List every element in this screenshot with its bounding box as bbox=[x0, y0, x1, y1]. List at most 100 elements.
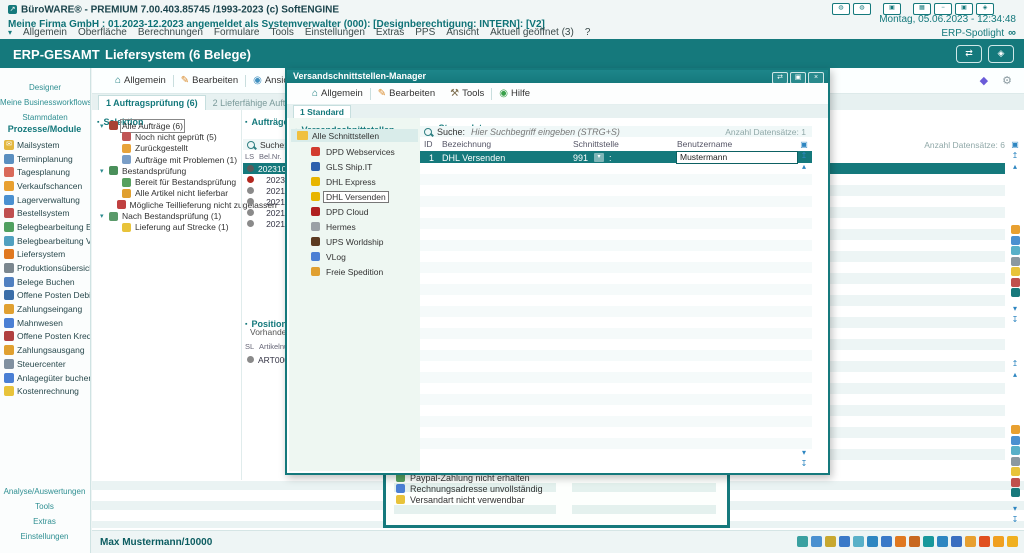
column-belnr[interactable]: Bel.Nr. bbox=[259, 152, 282, 161]
panel-tool-icon[interactable] bbox=[1011, 488, 1020, 497]
tray-icon[interactable] bbox=[811, 536, 822, 547]
tab-standard[interactable]: 1 Standard bbox=[293, 105, 351, 118]
toolbar-button[interactable]: ⌂ Allgemein bbox=[100, 75, 166, 87]
panel-control-icon[interactable]: ▣ bbox=[798, 139, 810, 150]
tab[interactable]: 1 Auftragsprüfung (6) bbox=[98, 95, 206, 110]
sidebar-module-item[interactable]: Lagerverwaltung bbox=[4, 193, 90, 207]
sidebar-module-item[interactable]: Terminplanung bbox=[4, 152, 90, 166]
tray-icon[interactable] bbox=[923, 536, 934, 547]
expand-arrow-icon[interactable] bbox=[100, 122, 109, 130]
tree-item[interactable]: VLog bbox=[311, 249, 420, 264]
toolbar-button[interactable]: ◉ Hilfe bbox=[484, 88, 530, 100]
table-row[interactable]: 2021 bbox=[243, 218, 287, 229]
panel-control-icon[interactable]: ▴ bbox=[1008, 369, 1022, 380]
problem-item[interactable]: Rechnungsadresse unvollständig bbox=[396, 483, 723, 494]
panel-control-icon[interactable]: ▴ bbox=[1008, 161, 1022, 172]
panel-tool-icon[interactable] bbox=[1011, 288, 1020, 297]
toolbar-button[interactable]: ⌂ Allgemein bbox=[297, 88, 363, 100]
sidebar-module-item[interactable]: Offene Posten Kreditoren bbox=[4, 330, 90, 344]
table-row[interactable]: ART0000 bbox=[243, 354, 287, 365]
selektion-tree-node[interactable]: Nach Bestandsprüfung (1) bbox=[100, 210, 245, 221]
tray-icon[interactable] bbox=[979, 536, 990, 547]
panel-tool-icon[interactable] bbox=[1011, 257, 1020, 266]
table-row[interactable]: 2023 bbox=[243, 174, 287, 185]
menu-item[interactable]: ? bbox=[585, 27, 591, 38]
sidebar-module-item[interactable]: Tagesplanung bbox=[4, 165, 90, 179]
table-row[interactable]: 2023100 bbox=[243, 163, 287, 174]
dropdown-icon[interactable]: ▾ bbox=[594, 153, 604, 162]
menu-item[interactable]: PPS bbox=[415, 27, 435, 38]
table-row[interactable]: 2021 bbox=[243, 196, 287, 207]
menu-caret-icon[interactable] bbox=[8, 28, 12, 37]
sidebar-module-item[interactable]: Belegbearbeitung Einkauf bbox=[4, 220, 90, 234]
expand-arrow-icon[interactable] bbox=[100, 167, 109, 175]
sidebar-module-item[interactable]: Anlagegüter buchen bbox=[4, 371, 90, 385]
panel-tool-icon[interactable] bbox=[1011, 436, 1020, 445]
tray-icon[interactable] bbox=[881, 536, 892, 547]
panel-control-icon[interactable]: ▴ bbox=[798, 161, 810, 172]
panel-tool-icon[interactable] bbox=[1011, 246, 1020, 255]
selektion-tree-node[interactable]: Mögliche Teillieferung nicht zugelassen bbox=[100, 199, 245, 210]
panel-control-icon[interactable]: ↥ bbox=[798, 150, 810, 161]
tray-icon[interactable] bbox=[909, 536, 920, 547]
column-artikel[interactable]: Artikelnu bbox=[259, 342, 288, 351]
tree-item[interactable]: UPS Worldship bbox=[311, 234, 420, 249]
benutzername-input[interactable] bbox=[677, 152, 797, 163]
tray-icon[interactable] bbox=[839, 536, 850, 547]
expand-arrow-icon[interactable] bbox=[100, 212, 109, 220]
dialog-titlebar[interactable]: Versandschnittstellen-Manager bbox=[287, 70, 828, 83]
tray-icon[interactable] bbox=[951, 536, 962, 547]
menu-item[interactable]: Einstellungen bbox=[305, 27, 365, 38]
column-ls[interactable]: LS bbox=[245, 152, 254, 161]
sidebar-module-item[interactable]: Belege Buchen bbox=[4, 275, 90, 289]
sidebar-module-item[interactable]: Liefersystem bbox=[4, 248, 90, 262]
panel-control-icon[interactable]: ↧ bbox=[1008, 514, 1022, 525]
sidebar-link[interactable]: Analyse/Auswertungen bbox=[0, 484, 89, 499]
panel-tool-icon[interactable] bbox=[1011, 278, 1020, 287]
auftraege-search-row[interactable]: Suche: bbox=[243, 139, 287, 150]
dialog-window-button[interactable]: ▣ bbox=[790, 72, 806, 84]
menu-item[interactable]: Ansicht bbox=[446, 27, 479, 38]
tray-icon[interactable] bbox=[895, 536, 906, 547]
toolbar-button[interactable]: ⚒ Tools bbox=[435, 88, 484, 100]
selektion-tree-node[interactable]: Alle Aufträge (6) bbox=[100, 120, 245, 131]
sidebar-link[interactable]: Designer bbox=[0, 80, 90, 95]
panel-control-icon[interactable]: ▣ bbox=[1008, 139, 1022, 150]
selektion-tree-node[interactable]: Aufträge mit Problemen (1) bbox=[100, 154, 245, 165]
tree-item[interactable]: DPD Cloud bbox=[311, 204, 420, 219]
sidebar-module-item[interactable]: ✉ Mailsystem bbox=[4, 138, 90, 152]
column-sl[interactable]: SL bbox=[245, 342, 254, 351]
selektion-tree-node[interactable]: Noch nicht geprüft (5) bbox=[100, 131, 245, 142]
panel-tool-icon[interactable] bbox=[1011, 478, 1020, 487]
selektion-tree-node[interactable]: Alle Artikel nicht lieferbar bbox=[100, 188, 245, 199]
selektion-tree-node[interactable]: Bereit für Bestandsprüfung bbox=[100, 176, 245, 187]
selektion-tree-node[interactable]: Bestandsprüfung bbox=[100, 165, 245, 176]
menu-item[interactable]: Aktuell geöffnet (3) bbox=[490, 27, 574, 38]
panel-control-icon[interactable]: ▾ bbox=[798, 447, 810, 458]
sidebar-module-item[interactable]: Produktionsübersicht bbox=[4, 261, 90, 275]
sidebar-module-item[interactable]: Zahlungsausgang bbox=[4, 343, 90, 357]
tray-icon[interactable] bbox=[965, 536, 976, 547]
sidebar-link[interactable]: Einstellungen bbox=[0, 529, 89, 544]
spark-icon[interactable]: ◆ bbox=[980, 74, 988, 87]
selected-row-highlight[interactable] bbox=[830, 163, 1005, 174]
sidebar-module-item[interactable]: Zahlungseingang bbox=[4, 302, 90, 316]
tree-item[interactable]: DHL Express bbox=[311, 174, 420, 189]
dialog-window-button[interactable]: × bbox=[808, 72, 824, 84]
menu-item[interactable]: Formulare bbox=[214, 27, 260, 38]
panel-tool-icon[interactable] bbox=[1011, 225, 1020, 234]
sidebar-module-item[interactable]: Steuercenter bbox=[4, 357, 90, 371]
toolbar-button[interactable]: ✎ Bearbeiten bbox=[166, 75, 238, 87]
tray-icon[interactable] bbox=[1007, 536, 1018, 547]
menu-item[interactable]: Extras bbox=[376, 27, 404, 38]
tree-item[interactable]: DHL Versenden bbox=[311, 189, 420, 204]
tree-item[interactable]: GLS Ship.IT bbox=[311, 159, 420, 174]
tray-icon[interactable] bbox=[797, 536, 808, 547]
sidebar-link[interactable]: Extras bbox=[0, 514, 89, 529]
tray-icon[interactable] bbox=[867, 536, 878, 547]
tray-icon[interactable] bbox=[937, 536, 948, 547]
sidebar-module-item[interactable]: Bestellsystem bbox=[4, 206, 90, 220]
selektion-tree-node[interactable]: Lieferung auf Strecke (1) bbox=[100, 222, 245, 233]
header-button[interactable]: ◈ bbox=[988, 45, 1014, 63]
column-benutzername[interactable]: Benutzername bbox=[677, 139, 732, 149]
